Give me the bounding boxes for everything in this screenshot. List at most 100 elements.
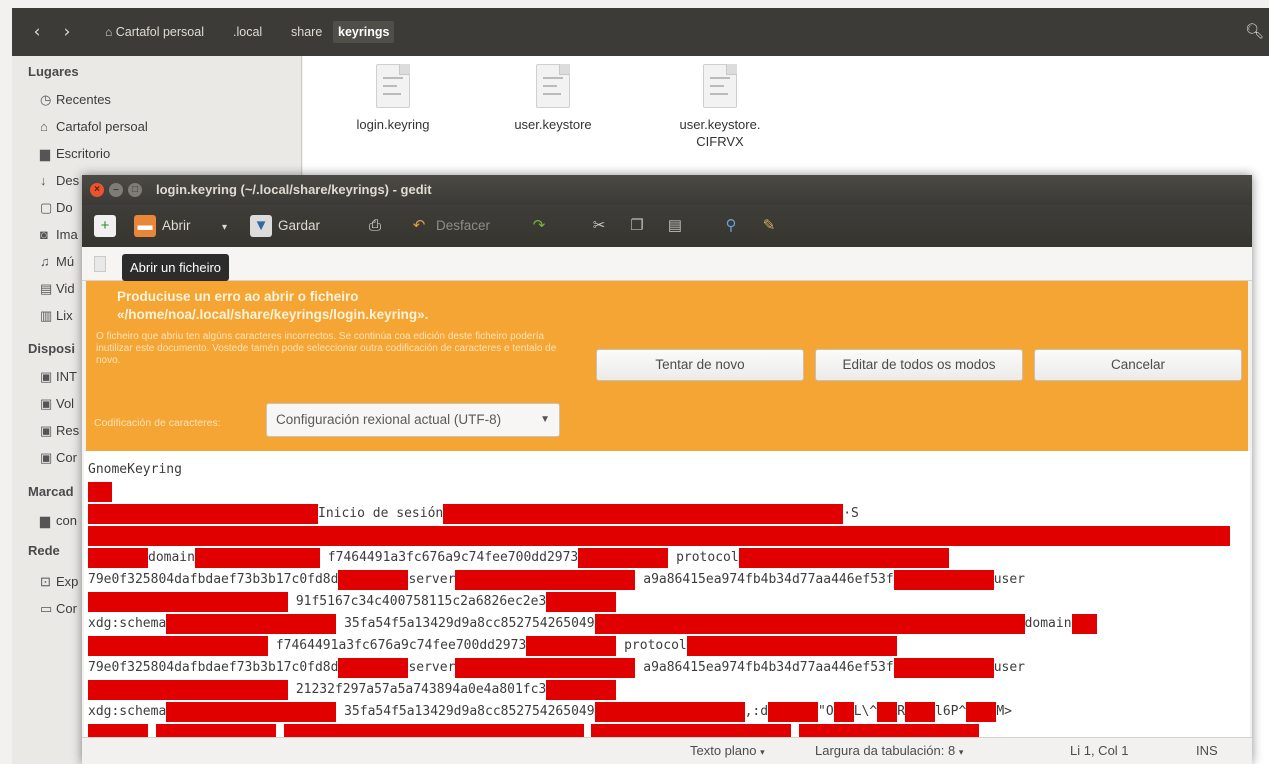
chevron-left-icon[interactable]: ‹ <box>26 21 48 43</box>
invalid-bytes-highlight <box>88 723 148 737</box>
invalid-bytes-highlight <box>88 481 112 502</box>
open-menu-arrow[interactable]: ▾ <box>222 214 227 238</box>
invalid-bytes-highlight <box>893 569 994 590</box>
breadcrumb-keyrings[interactable]: keyrings <box>333 21 395 43</box>
copy-icon: ❐ <box>630 217 644 235</box>
encoding-select[interactable]: Configuración rexional actual (UTF-8) ▼ <box>266 403 560 437</box>
minimize-icon[interactable]: – <box>109 183 123 197</box>
retry-button[interactable]: Tentar de novo <box>596 349 804 381</box>
open-button[interactable]: ▬ Abrir <box>134 214 191 238</box>
text-editor[interactable]: GnomeKeyring Inicio de sesión ·S domain f74… <box>84 451 1250 737</box>
editor-line: xdg:schema 35fa54f5a13429d9a8cc852754265… <box>88 613 1097 635</box>
file-name: login.keyring <box>356 117 430 132</box>
clock-icon: ◷ <box>40 92 52 107</box>
sidebar-item-device-1[interactable]: ▣ INT <box>40 369 77 385</box>
sidebar-item-device-2[interactable]: ▣ Vol <box>40 396 74 412</box>
redo-icon: ↷ <box>532 217 546 235</box>
sidebar-item-downloads[interactable]: ↓ Des <box>40 173 79 188</box>
editor-text <box>276 726 284 737</box>
find-button[interactable]: ⚲ <box>720 214 742 238</box>
editor-text: 35fa54f5a13429d9a8cc852754265049 <box>336 616 595 631</box>
invalid-bytes-highlight <box>738 547 949 568</box>
invalid-bytes-highlight <box>155 723 276 737</box>
save-button[interactable]: ▼ Gardar <box>250 214 320 238</box>
invalid-bytes-highlight <box>546 591 617 612</box>
sidebar-item-recent[interactable]: ◷ Recentes <box>40 92 111 108</box>
network-icon: ⊡ <box>40 574 51 589</box>
invalid-bytes-highlight <box>194 547 320 568</box>
search-icon[interactable]: 🔍︎ <box>1245 20 1265 42</box>
file-item[interactable]: user.keystore. CIFRVX <box>660 64 780 150</box>
cut-button[interactable]: ✂ <box>588 214 610 238</box>
editor-text: protocol <box>668 550 739 565</box>
sidebar-item-videos[interactable]: ▤ Vid <box>40 281 75 297</box>
editor-text: domain <box>148 550 195 565</box>
language-selector[interactable]: Texto plano ▾ <box>690 743 765 758</box>
sidebar-item-bookmark[interactable]: ▆ con <box>40 513 77 529</box>
undo-button[interactable]: ↶ Desfacer <box>408 214 490 238</box>
sidebar-item-trash[interactable]: ▥ Lix <box>40 308 73 324</box>
invalid-bytes-highlight <box>594 613 1025 634</box>
editor-text: domain <box>1024 616 1072 631</box>
invalid-bytes-highlight <box>88 591 288 612</box>
breadcrumb-local[interactable]: .local <box>228 21 267 43</box>
files-headerbar: ‹ › ⌂ Cartafol persoal .local share keyr… <box>12 8 1269 56</box>
chevron-down-icon: ▾ <box>222 222 228 233</box>
close-icon[interactable]: × <box>90 183 104 197</box>
server-icon: ▭ <box>40 601 53 616</box>
invalid-bytes-highlight <box>833 701 854 722</box>
replace-icon: ✎ <box>762 217 776 235</box>
editor-text: user <box>993 660 1026 675</box>
sidebar-item-device-4[interactable]: ▣ Cor <box>40 450 77 466</box>
sidebar-item-device-3[interactable]: ▣ Res <box>40 423 79 439</box>
print-button[interactable]: ⎙ <box>364 214 386 238</box>
invalid-bytes-highlight <box>88 525 1230 546</box>
invalid-bytes-highlight <box>893 657 994 678</box>
breadcrumb-home[interactable]: ⌂ Cartafol persoal <box>100 21 209 43</box>
editor-text: f7464491a3fc676a9c74fee700dd2973 <box>319 550 579 565</box>
editor-text: server <box>408 572 456 587</box>
paste-button[interactable]: ▤ <box>664 214 686 238</box>
invalid-bytes-highlight <box>88 635 268 656</box>
invalid-bytes-highlight <box>283 723 584 737</box>
home-icon: ⌂ <box>105 25 113 39</box>
file-item[interactable]: login.keyring <box>333 64 453 133</box>
editor-line: Inicio de sesión ·S <box>88 503 859 525</box>
editor-line: 21232f297a57a5a743894a0e4a801fc3 <box>88 679 617 701</box>
sidebar-item-network-2[interactable]: ▭ Cor <box>40 601 77 617</box>
redo-button[interactable]: ↷ <box>528 214 550 238</box>
camera-icon: ◙ <box>40 227 48 242</box>
editor-line: 79e0f325804dafbdaef73b3b17c0fd8d server a… <box>88 569 1025 591</box>
editor-text: l6P^ <box>935 704 967 719</box>
tab-width-selector[interactable]: Largura da tabulación: 8 ▾ <box>815 743 963 758</box>
sidebar-item-documents[interactable]: ▢ Do <box>40 200 73 216</box>
editor-line <box>88 723 980 737</box>
chevron-down-icon: ▾ <box>958 747 964 757</box>
sidebar-item-desktop[interactable]: ▆ Escritorio <box>40 146 110 162</box>
window-titlebar[interactable]: × – □ login.keyring (~/.local/share/keyr… <box>82 175 1252 205</box>
maximize-icon[interactable]: □ <box>128 183 142 197</box>
sidebar-item-pictures[interactable]: ◙ Ima <box>40 227 78 242</box>
invalid-bytes-highlight <box>88 503 318 524</box>
copy-button[interactable]: ❐ <box>626 214 648 238</box>
statusbar: Texto plano ▾ Largura da tabulación: 8 ▾… <box>82 737 1252 764</box>
breadcrumb-share[interactable]: share <box>286 21 327 43</box>
chevron-right-icon[interactable]: › <box>56 21 78 43</box>
cancel-button[interactable]: Cancelar <box>1034 349 1242 381</box>
editor-text: 79e0f325804dafbdaef73b3b17c0fd8d <box>88 572 339 587</box>
editor-text: GnomeKeyring <box>88 462 182 477</box>
sidebar-item-network-1[interactable]: ⊡ Exp <box>40 574 78 590</box>
new-document-button[interactable]: + <box>94 214 116 238</box>
sidebar-item-home[interactable]: ⌂ Cartafol persoal <box>40 119 148 134</box>
file-item[interactable]: user.keystore <box>493 64 613 133</box>
editor-text: f7464491a3fc676a9c74fee700dd2973 <box>268 638 527 653</box>
edit-anyway-button[interactable]: Editar de todos os modos <box>815 349 1023 381</box>
sidebar-item-music[interactable]: ♫ Mú <box>40 254 74 269</box>
insert-mode: INS <box>1196 743 1218 758</box>
replace-button[interactable]: ✎ <box>758 214 780 238</box>
editor-text: M> <box>996 704 1012 719</box>
invalid-bytes-highlight <box>768 701 819 722</box>
editor-text: a9a86415ea974fb4b34d77aa446ef53f <box>635 660 894 675</box>
editor-text: ,:d <box>744 704 769 719</box>
editor-text: server <box>408 660 456 675</box>
